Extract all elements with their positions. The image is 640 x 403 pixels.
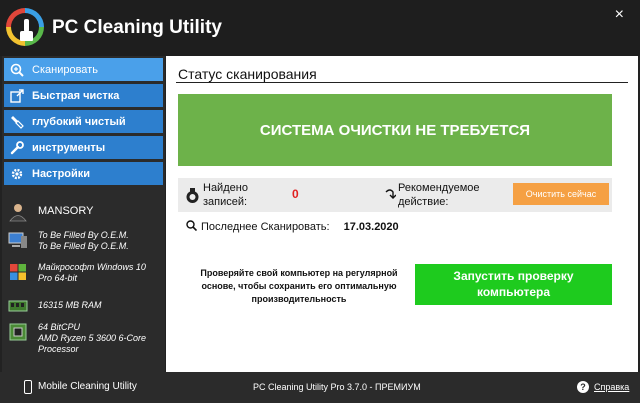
system-ram: 16315 MB RAM [8, 296, 102, 316]
last-scan-label: Последнее Сканировать: [201, 221, 330, 233]
sidebar-item-label: глубокий чистый [32, 115, 126, 128]
computer-icon [8, 230, 28, 250]
ram-value: 16315 MB RAM [38, 300, 102, 310]
redo-arrow-icon [384, 188, 397, 203]
system-model: To Be Filled By O.E.M. To Be Filled By O… [8, 230, 129, 252]
found-label: записей: [203, 196, 248, 208]
system-cpu: 64 BitCPU AMD Ryzen 5 3600 6-Core Proces… [8, 322, 146, 355]
mobile-phone-icon [24, 380, 32, 394]
sidebar-item-quick-clean[interactable]: Быстрая чистка [4, 84, 163, 107]
recommended-label: действие: [398, 196, 449, 208]
cpu-line: AMD Ryzen 5 3600 6-Core [38, 333, 147, 343]
cpu-icon [8, 322, 28, 342]
brush-icon [10, 115, 24, 129]
sidebar-item-label: Сканировать [32, 63, 98, 76]
app-window: PC Cleaning Utility × Сканировать Быстра… [0, 0, 640, 403]
records-icon [186, 187, 199, 204]
clean-now-button[interactable]: Очистить сейчас [513, 183, 609, 205]
status-banner-text: СИСТЕМА ОЧИСТКИ НЕ ТРЕБУЕТСЯ [259, 121, 531, 139]
recommended-label: Рекомендуемое [398, 182, 480, 194]
wrench-icon [10, 140, 24, 155]
sidebar-item-label: Настройки [32, 167, 91, 180]
last-scan: Последнее Сканировать: 17.03.2020 [186, 220, 399, 234]
os-line: Майкрософт Windows 10 [38, 262, 146, 272]
help-link[interactable]: Справка [594, 382, 629, 392]
version-text: PC Cleaning Utility Pro 3.7.0 - ПРЕМИУМ [253, 382, 421, 392]
sidebar-item-deep-clean[interactable]: глубокий чистый [4, 110, 163, 133]
sidebar-item-tools[interactable]: инструменты [4, 136, 163, 159]
cpu-line: 64 BitCPU [38, 322, 81, 332]
sidebar-item-label: Быстрая чистка [32, 89, 120, 102]
os-line: Pro 64-bit [38, 273, 78, 283]
model-line: To Be Filled By O.E.M. [38, 230, 129, 240]
sidebar-item-scan[interactable]: Сканировать [4, 58, 163, 81]
user-name: MANSORY [38, 205, 94, 217]
mobile-cleaning-link[interactable]: Mobile Cleaning Utility [38, 381, 137, 392]
ram-icon [8, 296, 28, 316]
start-scan-label: Запустить проверку [453, 269, 574, 283]
quick-clean-icon [10, 88, 24, 103]
scan-stats: Найдено записей: 0 Рекомендуемое действи… [178, 178, 612, 212]
search-icon [186, 220, 198, 234]
status-bar: Mobile Cleaning Utility PC Cleaning Util… [0, 372, 640, 403]
gear-icon [10, 167, 24, 181]
user-icon [8, 202, 28, 222]
last-scan-date: 17.03.2020 [343, 221, 399, 233]
close-button[interactable]: × [615, 6, 624, 24]
start-scan-button[interactable]: Запустить проверку компьютера [415, 264, 612, 305]
main-content: Статус сканирования СИСТЕМА ОЧИСТКИ НЕ Т… [166, 56, 638, 372]
model-line: To Be Filled By O.E.M. [38, 241, 129, 251]
found-label: Найдено [203, 182, 248, 194]
title-divider [176, 82, 628, 83]
scan-icon [10, 63, 24, 77]
cpu-line: Processor [38, 344, 79, 354]
sidebar: Сканировать Быстрая чистка глубокий чист… [2, 56, 165, 372]
app-title: PC Cleaning Utility [52, 17, 222, 38]
system-os: Майкрософт Windows 10 Pro 64-bit [8, 262, 146, 284]
sidebar-item-label: инструменты [32, 141, 106, 154]
windows-icon [8, 262, 28, 282]
help-icon[interactable]: ? [577, 381, 589, 393]
sidebar-item-settings[interactable]: Настройки [4, 162, 163, 185]
system-user: MANSORY [8, 202, 93, 222]
status-banner: СИСТЕМА ОЧИСТКИ НЕ ТРЕБУЕТСЯ [178, 94, 612, 166]
found-count: 0 [292, 187, 299, 201]
page-title: Статус сканирования [178, 66, 317, 82]
title-bar: PC Cleaning Utility × [0, 0, 640, 56]
start-scan-label: компьютера [476, 285, 551, 299]
app-logo-icon [6, 8, 44, 46]
advice-text: Проверяйте свой компьютер на регулярной … [200, 268, 398, 304]
